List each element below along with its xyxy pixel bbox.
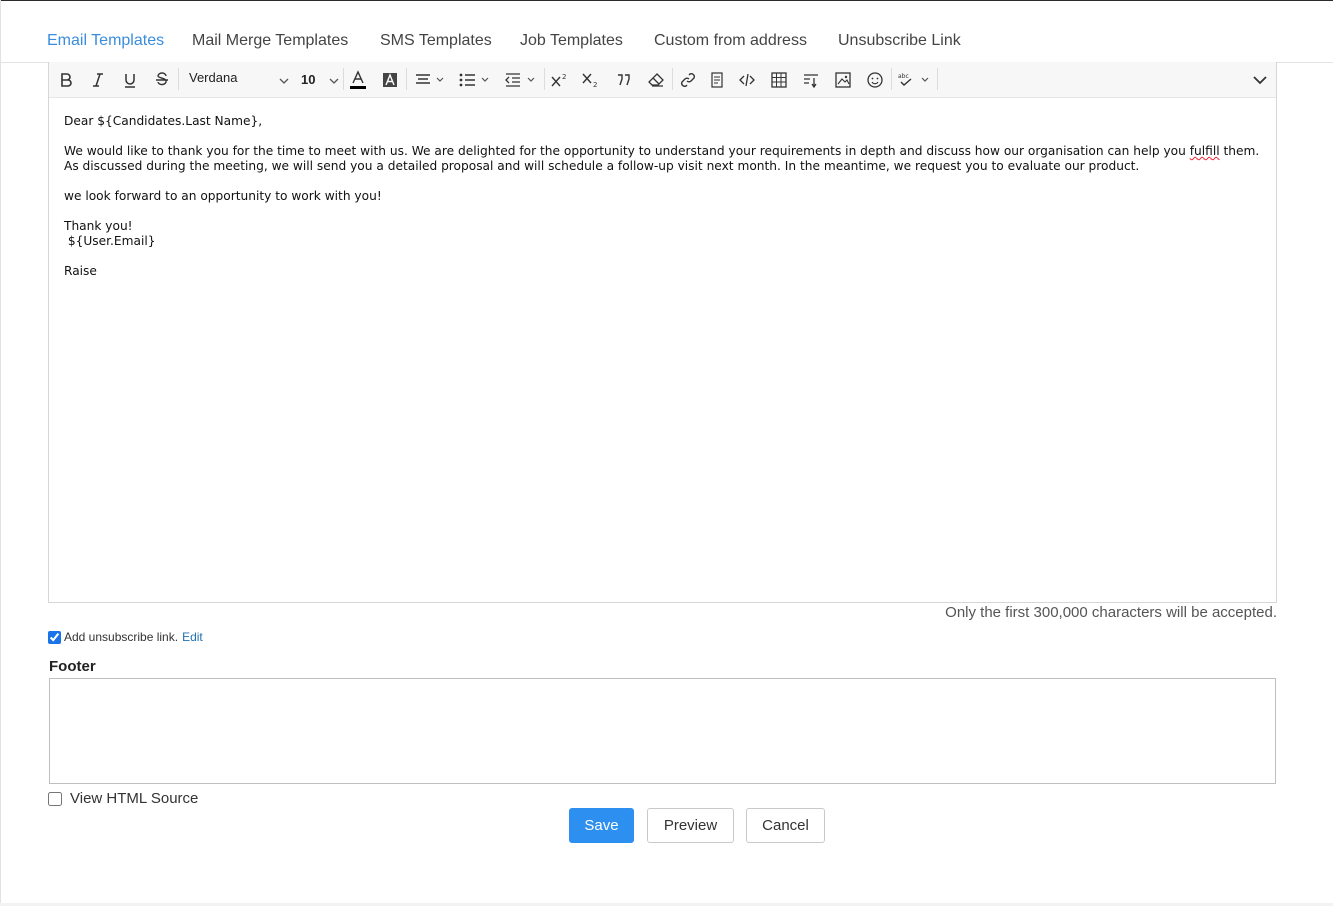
italic-icon[interactable] [88,68,108,92]
toolbar-separator [937,68,938,90]
superscript-icon[interactable]: 2 [550,68,570,92]
unsubscribe-label: Add unsubscribe link. [64,630,179,644]
body-text: We would like to thank you for the time … [64,144,1190,158]
align-icon[interactable] [413,68,447,92]
link-icon[interactable] [678,68,698,92]
toolbar-separator [891,68,892,90]
footer-input[interactable] [49,678,1276,784]
font-family-value: Verdana [189,70,238,85]
font-size-select[interactable]: 10 [299,68,339,92]
preview-button[interactable]: Preview [647,808,734,843]
chevron-down-icon [279,74,289,89]
chevron-down-icon [329,74,339,89]
table-icon[interactable] [769,68,789,92]
char-limit-note: Only the first 300,000 characters will b… [945,604,1277,621]
cancel-button[interactable]: Cancel [746,808,825,843]
editor-toolbar: Verdana 10 2 2 abc [49,62,1276,98]
rich-text-editor: Verdana 10 2 2 abc Dear ${Candidates.Las… [48,62,1277,603]
footer-label: Footer [49,658,96,675]
format-painter-icon[interactable] [801,68,821,92]
greeting-line: Dear ${Candidates.Last Name}, [64,114,263,128]
toolbar-separator [672,68,673,90]
clear-format-icon[interactable] [646,68,666,92]
left-border [0,0,1,906]
code-icon[interactable] [737,68,757,92]
svg-text:2: 2 [562,73,566,81]
view-html-source-label: View HTML Source [70,790,199,807]
font-size-value: 10 [301,72,316,87]
tab-custom-from-address[interactable]: Custom from address [654,32,807,50]
unsubscribe-edit-link[interactable]: Edit [182,630,203,644]
tab-sms-templates[interactable]: SMS Templates [380,32,492,50]
bullet-list-icon[interactable] [458,68,492,92]
tab-job-templates[interactable]: Job Templates [520,32,623,50]
signature-line: ${User.Email} [64,234,156,248]
svg-text:abc: abc [898,73,909,80]
emoji-icon[interactable] [865,68,885,92]
indent-icon[interactable] [504,68,538,92]
subscript-icon[interactable]: 2 [581,68,601,92]
blockquote-icon[interactable] [614,68,634,92]
background-color-icon[interactable] [380,68,400,92]
strikethrough-icon[interactable] [152,68,172,92]
toolbar-separator [343,68,344,90]
toolbar-separator [178,68,179,90]
email-body-content[interactable]: Dear ${Candidates.Last Name}, We would l… [64,114,1264,294]
spellcheck-icon[interactable]: abc [897,68,931,92]
template-tabs: Email Templates Mail Merge Templates SMS… [1,1,1333,63]
misspelled-word[interactable]: fulfill [1190,144,1220,158]
view-html-source-checkbox[interactable] [48,791,62,806]
toolbar-separator [544,68,545,90]
image-icon[interactable] [833,68,853,92]
unsubscribe-option: Add unsubscribe link. Edit [48,630,203,644]
insert-template-icon[interactable] [707,68,727,92]
unsubscribe-checkbox[interactable] [48,630,61,644]
bold-icon[interactable] [56,68,76,92]
svg-text:2: 2 [593,81,597,88]
font-family-select[interactable]: Verdana [183,68,289,92]
expand-chevron-icon[interactable] [1249,68,1271,92]
font-color-icon[interactable] [348,68,368,92]
thanks-line: Thank you! [64,219,133,233]
body-paragraph: we look forward to an opportunity to wor… [64,189,382,203]
tab-mail-merge-templates[interactable]: Mail Merge Templates [192,32,348,50]
save-button[interactable]: Save [569,808,634,843]
tab-email-templates[interactable]: Email Templates [47,32,164,50]
body-paragraph: We would like to thank you for the time … [64,144,1264,174]
toolbar-separator [406,68,407,90]
company-line: Raise [64,264,97,278]
underline-icon[interactable] [120,68,140,92]
tab-unsubscribe-link[interactable]: Unsubscribe Link [838,32,961,50]
view-html-source-option: View HTML Source [48,790,198,807]
